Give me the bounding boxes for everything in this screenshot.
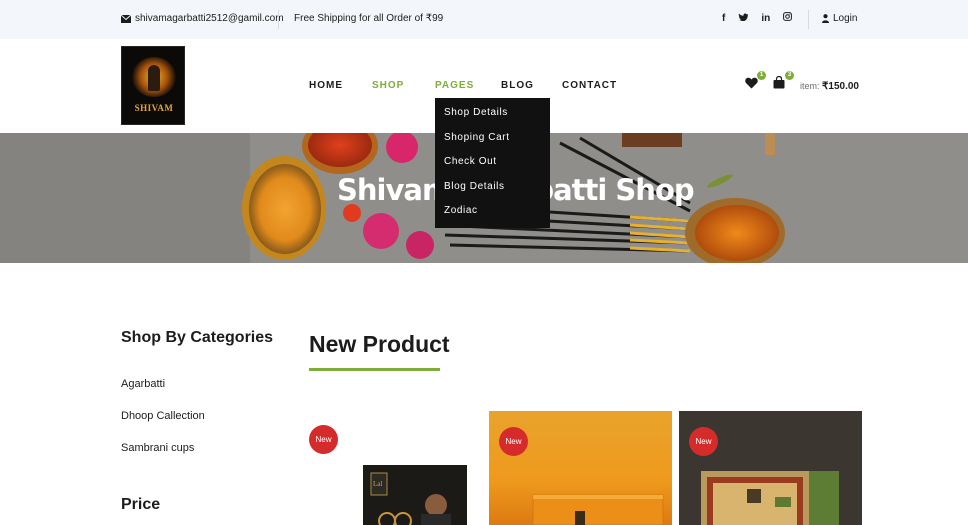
divider <box>278 10 279 29</box>
dropdown-item-shop-details[interactable]: Shop Details <box>444 107 508 118</box>
dropdown-item-blog-details[interactable]: Blog Details <box>444 181 505 192</box>
wishlist-button[interactable]: 1 <box>745 71 766 90</box>
facebook-icon[interactable]: f <box>722 13 725 24</box>
product-card[interactable]: New <box>489 411 672 525</box>
new-badge: New <box>689 427 718 456</box>
categories-heading: Shop By Categories <box>121 329 274 346</box>
logo-figure <box>148 65 160 91</box>
user-icon <box>822 14 829 23</box>
shipping-notice: Free Shipping for all Order of ₹99 <box>294 13 444 24</box>
nav-contact[interactable]: CONTACT <box>562 80 617 91</box>
category-link-dhoop[interactable]: Dhoop Callection <box>121 410 205 422</box>
nav-shop[interactable]: SHOP <box>372 80 404 91</box>
product-card[interactable]: Lal New <box>299 411 482 525</box>
cart-total: item: ₹150.00 <box>800 81 859 92</box>
new-badge: New <box>309 425 338 454</box>
price-heading: Price <box>121 496 161 513</box>
top-bar: shivamagarbatti2512@gamil.com Free Shipp… <box>0 0 968 39</box>
cart-button[interactable]: 3 <box>773 71 794 90</box>
category-link-sambrani[interactable]: Sambrani cups <box>121 442 194 454</box>
dropdown-item-shopping-cart[interactable]: Shoping Cart <box>444 132 510 143</box>
logo-text: SHIVAM <box>134 103 174 113</box>
cart-count-badge: 3 <box>785 71 794 80</box>
item-total-value: ₹150.00 <box>822 81 859 92</box>
dropdown-item-check-out[interactable]: Check Out <box>444 156 497 167</box>
login-label: Login <box>833 13 858 24</box>
nav-blog[interactable]: BLOG <box>501 80 534 91</box>
email-contact[interactable]: shivamagarbatti2512@gamil.com <box>121 13 284 24</box>
envelope-icon <box>121 14 131 23</box>
dropdown-item-zodiac[interactable]: Zodiac <box>444 205 478 216</box>
email-text: shivamagarbatti2512@gamil.com <box>135 13 284 24</box>
heart-icon <box>745 77 758 89</box>
divider <box>808 10 809 29</box>
login-link[interactable]: Login <box>822 13 857 24</box>
category-link-agarbatti[interactable]: Agarbatti <box>121 378 165 390</box>
pages-dropdown: Shop Details Shoping Cart Check Out Blog… <box>435 98 550 228</box>
new-badge: New <box>499 427 528 456</box>
social-links: f in <box>722 12 793 24</box>
title-underline <box>309 368 440 371</box>
section-title: New Product <box>309 331 450 357</box>
twitter-icon[interactable] <box>738 12 749 24</box>
svg-text:Lal: Lal <box>373 480 382 488</box>
nav-home[interactable]: HOME <box>309 80 343 91</box>
linkedin-icon[interactable]: in <box>761 13 770 24</box>
site-logo[interactable]: SHIVAM <box>121 46 185 125</box>
nav-pages[interactable]: PAGES <box>435 80 474 91</box>
header-icons: 1 3 <box>745 71 794 90</box>
product-card[interactable]: New <box>679 411 862 525</box>
item-label: item: <box>800 81 820 91</box>
instagram-icon[interactable] <box>783 12 793 24</box>
shopping-bag-icon <box>773 75 785 89</box>
wishlist-count-badge: 1 <box>757 71 766 80</box>
